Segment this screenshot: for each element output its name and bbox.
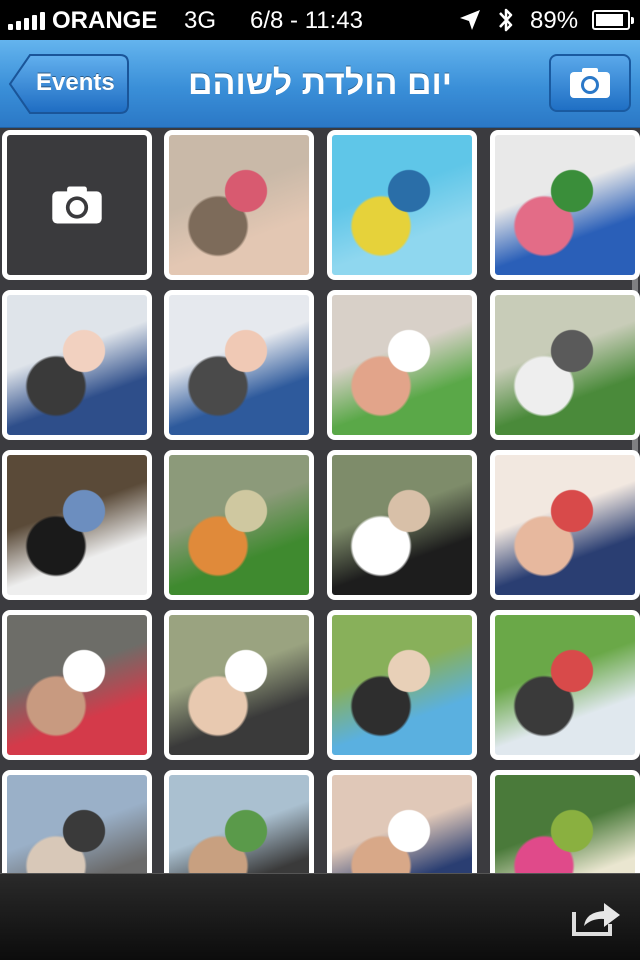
photo-thumbnail[interactable]	[2, 290, 152, 440]
bluetooth-icon	[499, 8, 513, 32]
carrier-name: ORANGE	[52, 7, 158, 34]
signal-strength-icon	[8, 12, 45, 30]
photo-thumbnail[interactable]	[164, 130, 314, 280]
status-time: 6/8 - 11:43	[250, 7, 363, 34]
photo-thumbnail[interactable]	[164, 770, 314, 873]
location-arrow-icon	[460, 10, 480, 30]
camera-icon	[52, 186, 102, 224]
battery-level	[596, 14, 623, 26]
back-button[interactable]: Events	[8, 53, 130, 115]
photo-thumbnail[interactable]	[327, 290, 477, 440]
photo-thumbnail[interactable]	[490, 290, 640, 440]
battery-percentage: 89%	[530, 7, 579, 34]
photo-thumbnail[interactable]	[490, 770, 640, 873]
photo-thumbnail[interactable]	[2, 770, 152, 873]
photo-thumbnail[interactable]	[327, 770, 477, 873]
photo-thumbnail[interactable]	[327, 610, 477, 760]
share-icon[interactable]	[570, 898, 622, 938]
camera-icon	[570, 68, 610, 98]
battery-icon	[592, 10, 634, 30]
network-type: 3G	[184, 7, 217, 34]
photo-thumbnail[interactable]	[164, 610, 314, 760]
add-photo-cell[interactable]	[2, 130, 152, 280]
photo-thumbnail[interactable]	[490, 130, 640, 280]
photo-grid[interactable]	[0, 128, 640, 873]
photo-thumbnail[interactable]	[327, 130, 477, 280]
photo-thumbnail[interactable]	[2, 450, 152, 600]
photo-thumbnail[interactable]	[2, 610, 152, 760]
camera-button[interactable]	[549, 54, 631, 112]
photo-thumbnail[interactable]	[490, 450, 640, 600]
navigation-bar: Events יום הולדת לשוהם	[0, 40, 640, 128]
bottom-toolbar	[0, 873, 640, 960]
photo-thumbnail[interactable]	[490, 610, 640, 760]
back-button-label: Events	[36, 69, 115, 96]
status-bar: ORANGE 3G 6/8 - 11:43 89%	[0, 0, 640, 40]
photo-thumbnail[interactable]	[164, 290, 314, 440]
page-title: יום הולדת לשוהם	[188, 64, 452, 102]
photo-thumbnail[interactable]	[164, 450, 314, 600]
photo-thumbnail[interactable]	[327, 450, 477, 600]
